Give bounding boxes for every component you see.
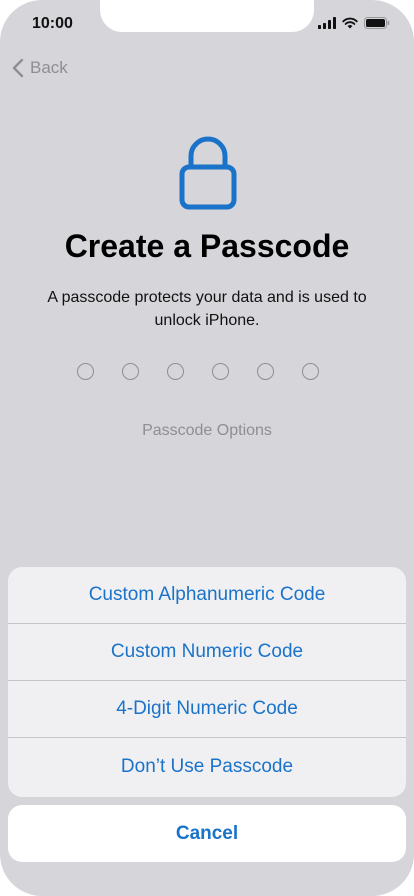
passcode-dot [212, 363, 229, 380]
battery-icon [364, 17, 390, 29]
passcode-dot [257, 363, 274, 380]
phone-screen: 10:00 Back Create a Passcode A passcode … [0, 0, 414, 896]
custom-numeric-code-option[interactable]: Custom Numeric Code [8, 624, 406, 681]
back-button[interactable]: Back [12, 58, 68, 78]
lock-icon [179, 136, 237, 210]
passcode-dot [167, 363, 184, 380]
status-icons [318, 17, 390, 29]
passcode-dots [77, 363, 319, 380]
cellular-signal-icon [318, 17, 336, 29]
dont-use-passcode-option[interactable]: Don’t Use Passcode [8, 738, 406, 796]
cancel-button[interactable]: Cancel [8, 805, 406, 862]
back-label: Back [30, 58, 68, 77]
wifi-icon [342, 17, 358, 29]
passcode-dot [77, 363, 94, 380]
page-title: Create a Passcode [64, 228, 350, 264]
passcode-options-link[interactable]: Passcode Options [0, 422, 414, 440]
status-bar: 10:00 [0, 0, 414, 48]
passcode-dot [302, 363, 319, 380]
status-time: 10:00 [32, 15, 73, 32]
chevron-left-icon [12, 58, 24, 78]
four-digit-numeric-code-option[interactable]: 4-Digit Numeric Code [8, 681, 406, 738]
page-subtitle: A passcode protects your data and is use… [47, 289, 367, 329]
custom-alphanumeric-code-option[interactable]: Custom Alphanumeric Code [8, 567, 406, 624]
passcode-dot [122, 363, 139, 380]
action-sheet: Custom Alphanumeric Code Custom Numeric … [8, 567, 406, 797]
